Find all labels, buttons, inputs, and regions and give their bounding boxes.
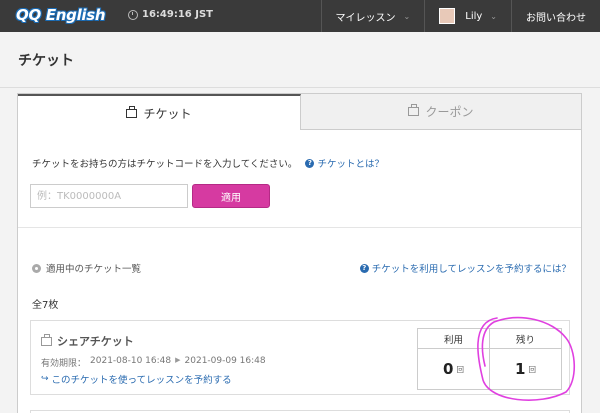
- remaining-value: 1: [515, 360, 526, 378]
- nav-my-lessons-label: マイレッスン: [335, 12, 396, 24]
- tab-ticket-label: チケット: [143, 106, 192, 121]
- tab-coupon[interactable]: クーポン: [301, 94, 581, 130]
- ticket-name: シェアチケット: [57, 335, 134, 348]
- logo-text: QQ English: [16, 6, 106, 24]
- what-is-ticket-label: チケットとは？: [317, 159, 384, 170]
- redeem-instruction-row: チケットをお持ちの方はチケットコードを入力してください。 ? チケットとは？: [32, 156, 384, 170]
- bullet-icon: [32, 263, 41, 273]
- nav-user-name: Lily: [465, 10, 483, 22]
- used-label: 利用: [418, 329, 489, 349]
- remaining-unit: 回: [528, 364, 536, 374]
- page-title: チケット: [18, 53, 74, 69]
- validity-label: 有効期限：: [41, 359, 87, 369]
- ticket-count: 全7枚: [32, 300, 59, 311]
- ticket-item: シェアチケット 有効期限： 2021-08-10 16:48 ▶ 2021-09…: [30, 320, 570, 395]
- tab-ticket[interactable]: チケット: [18, 94, 301, 130]
- tab-coupon-label: クーポン: [425, 105, 474, 119]
- ticket-card: チケット クーポン チケットをお持ちの方はチケットコードを入力してください。 ?…: [17, 93, 582, 413]
- used-count-box: 利用 0 回: [417, 328, 490, 390]
- tab-bar: チケット クーポン: [18, 94, 581, 130]
- how-to-book-link[interactable]: ? チケットを利用してレッスンを予約するには？: [359, 261, 571, 275]
- remaining-label: 残り: [490, 329, 561, 349]
- what-is-ticket-link[interactable]: ? チケットとは？: [305, 156, 384, 170]
- redeem-instruction: チケットをお持ちの方はチケットコードを入力してください。: [32, 159, 298, 170]
- apply-button[interactable]: 適用: [192, 184, 270, 208]
- used-unit: 回: [456, 364, 464, 374]
- ticket-name-row: シェアチケット: [41, 333, 134, 349]
- active-tickets-heading-label: 適用中のチケット一覧: [46, 264, 142, 275]
- top-navigation-bar: QQ English 16:49:16 JST マイレッスン ⌄ Lily ⌄ …: [0, 0, 600, 32]
- how-to-book-label: チケットを利用してレッスンを予約するには？: [371, 264, 571, 275]
- ticket-icon: [126, 105, 138, 118]
- nav-my-lessons[interactable]: マイレッスン ⌄: [320, 0, 425, 32]
- ticket-validity: 有効期限： 2021-08-10 16:48 ▶ 2021-09-09 16:4…: [41, 356, 266, 369]
- book-with-ticket-label: このチケットを使ってレッスンを予約する: [51, 375, 232, 386]
- chevron-down-icon: ⌄: [403, 11, 411, 21]
- server-clock: 16:49:16 JST: [128, 9, 213, 20]
- nav-contact-label: お問い合わせ: [526, 12, 586, 24]
- page-header: チケット: [0, 32, 600, 88]
- remaining-value-row: 1 回: [490, 349, 561, 389]
- section-divider: [18, 227, 581, 228]
- arrow-right-icon: ▶: [175, 356, 181, 364]
- chevron-down-icon: ⌄: [490, 11, 497, 21]
- validity-to: 2021-09-09 16:48: [184, 356, 266, 366]
- clock-icon: [128, 9, 138, 20]
- remaining-count-box: 残り 1 回: [489, 328, 562, 390]
- qq-english-logo[interactable]: QQ English: [16, 6, 106, 26]
- book-with-ticket-link[interactable]: ↪ このチケットを使ってレッスンを予約する: [41, 372, 232, 386]
- help-icon: ?: [359, 263, 369, 273]
- clock-time: 16:49:16 JST: [142, 9, 213, 20]
- validity-from: 2021-08-10 16:48: [90, 356, 172, 366]
- ticket-icon: [41, 333, 52, 346]
- nav-user-menu[interactable]: Lily ⌄: [424, 0, 511, 32]
- help-icon: ?: [305, 158, 315, 168]
- used-value-row: 0 回: [418, 349, 489, 389]
- reply-arrow-icon: ↪: [41, 374, 49, 384]
- active-tickets-heading: 適用中のチケット一覧: [32, 261, 141, 275]
- header-nav: マイレッスン ⌄ Lily ⌄ お問い合わせ: [320, 0, 600, 32]
- ticket-code-input[interactable]: [30, 184, 188, 208]
- coupon-icon: [408, 104, 420, 116]
- used-value: 0: [443, 360, 454, 378]
- avatar: [439, 8, 456, 24]
- nav-contact[interactable]: お問い合わせ: [511, 0, 600, 32]
